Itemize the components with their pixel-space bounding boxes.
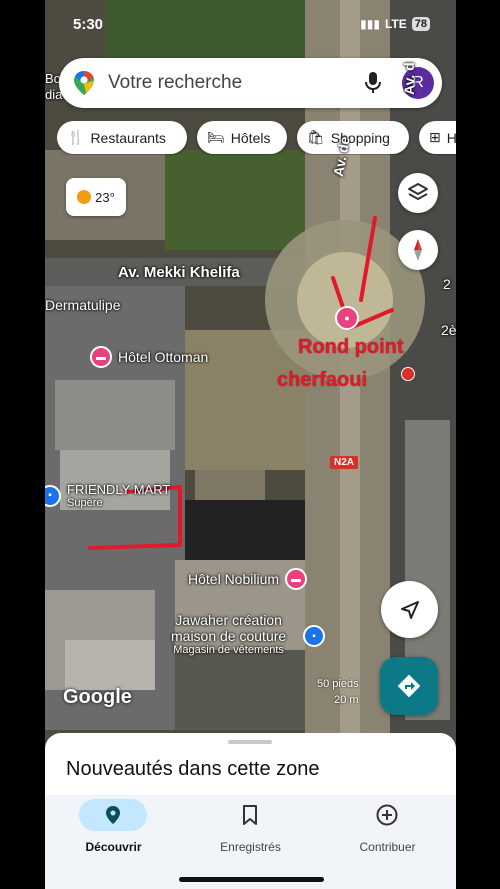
sun-icon [77,190,92,204]
poi-hotel-ottoman[interactable]: ▬ Hôtel Ottoman [90,346,208,368]
poi-label: FRIENDLY MART [67,482,171,497]
bottom-nav: Découvrir Enregistrés Contribuer [45,795,456,889]
bottom-sheet[interactable]: Nouveautés dans cette zone Découvrir Enr… [45,733,456,889]
poi-label-line3: Magasin de vêtements [173,644,284,656]
weather-temp: 23° [95,189,115,205]
street-label-av-d: Av. d [401,62,417,95]
hotel-bed-icon: ▬ [90,346,112,368]
chip-hotels[interactable]: 🛏 Hôtels [197,121,287,154]
signal-icon: ▮▮▮ [360,17,380,31]
map-scale: 50 pieds 20 m [317,676,359,708]
directions-icon [397,674,421,698]
shopping-bag-icon: 🛍 [307,129,325,145]
status-bar: 5:30 ▮▮▮ LTE 78 [45,0,456,48]
layers-button[interactable] [398,173,438,213]
chip-shopping[interactable]: 🛍 Shopping [297,121,409,154]
my-location-button[interactable] [381,581,438,638]
home-indicator[interactable] [179,877,324,882]
bed-icon: 🛏 [207,129,225,145]
poi-label: Hôtel Nobilium [188,571,280,587]
street-label-2e: 2è [441,322,456,338]
status-right: ▮▮▮ LTE 78 [360,17,430,31]
network-label: LTE [384,17,407,31]
poi-label: Hôtel Ottoman [118,349,209,365]
tab-label: Contribuer [359,840,416,854]
tab-decouvrir[interactable]: Découvrir [45,795,182,875]
location-pin-icon [79,799,147,831]
sheet-title: Nouveautés dans cette zone [66,758,320,780]
battery-icon: 78 [411,17,430,31]
weather-badge[interactable]: 23° [66,178,126,216]
tab-label: Enregistrés [220,840,281,854]
chip-more[interactable]: ⊞ H [419,121,456,154]
poi-label-line1: Jawaher création [175,612,282,628]
tab-label: Découvrir [85,840,142,854]
place-pin-icon[interactable]: ● [335,306,359,330]
directions-button[interactable] [380,657,438,715]
google-maps-pin-icon [74,71,94,95]
microphone-icon[interactable] [363,71,383,95]
phone-screen: 5:30 ▮▮▮ LTE 78 Bo dia Votre recherche R… [45,0,456,889]
compass-button[interactable] [398,230,438,270]
chip-restaurants[interactable]: 🍴 Restaurants [57,121,187,154]
search-input[interactable]: Votre recherche [108,72,242,94]
compass-icon [414,239,422,261]
chip-label: Hôtels [230,129,271,146]
tab-contribuer[interactable]: Contribuer [319,795,456,875]
red-pin-icon[interactable] [401,367,415,381]
annotation-line1: Rond point [298,336,404,358]
street-label-2: 2 [443,276,451,292]
poi-friendly-mart[interactable]: ▪ FRIENDLY MART Supère [45,482,170,509]
scale-imperial: 50 pieds [317,678,359,690]
chip-label: Restaurants [90,129,166,146]
poi-hotel-nobilium[interactable]: ▬ Hôtel Nobilium [188,568,308,590]
poi-dermatulipe[interactable]: Dermatulipe [45,297,120,313]
hotel-bed-icon: ▬ [285,568,308,590]
route-badge-n2a: N2A [330,456,359,469]
fork-knife-icon: 🍴 [67,129,85,145]
poi-jawaher[interactable]: Jawaher création maison de couture Magas… [171,612,286,656]
plus-box-icon: ⊞ [429,129,441,145]
navigation-arrow-icon [400,600,419,619]
tab-enregistres[interactable]: Enregistrés [182,795,319,875]
status-time: 5:30 [73,16,104,33]
bookmark-icon [216,799,284,831]
scale-metric: 20 m [334,694,359,706]
shopping-cart-icon: ▪ [45,484,61,507]
poi-label-line2: maison de couture [171,628,287,644]
shopping-bag-pin-icon[interactable]: ▪ [303,625,325,647]
poi-sublabel: Supère [67,497,103,509]
plus-circle-icon [353,799,421,831]
annotation-line2: cherfaoui [277,369,368,391]
chip-label: H [446,129,456,146]
category-chips: 🍴 Restaurants 🛏 Hôtels 🛍 Shopping ⊞ H [57,121,456,155]
layers-icon [408,183,428,200]
search-bar[interactable]: Votre recherche R [59,58,442,108]
sheet-drag-handle[interactable] [228,740,272,744]
street-label-mekki: Av. Mekki Khelifa [118,264,240,281]
google-logo: Google [63,686,132,708]
